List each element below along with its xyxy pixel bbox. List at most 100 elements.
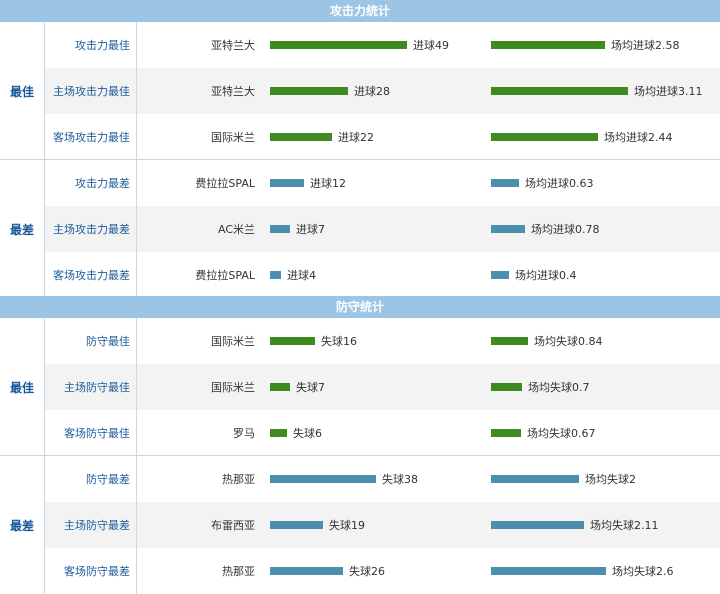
row-label: 防守最差 bbox=[86, 473, 130, 486]
label-divider bbox=[136, 318, 137, 364]
team-name: 国际米兰 bbox=[211, 131, 255, 144]
average-value: 场均失球0.67 bbox=[527, 427, 596, 440]
team-name: 亚特兰大 bbox=[211, 39, 255, 52]
average-bar-group: 场均进球2.58 bbox=[491, 22, 680, 68]
total-bar-group: 进球4 bbox=[270, 252, 316, 298]
total-value: 失球6 bbox=[293, 427, 322, 440]
total-bar-group: 进球12 bbox=[270, 160, 346, 206]
total-bar bbox=[270, 429, 287, 437]
average-bar-group: 场均失球0.67 bbox=[491, 410, 596, 456]
average-value: 场均进球0.78 bbox=[531, 223, 600, 236]
average-bar bbox=[491, 337, 528, 345]
category-label: 最差 bbox=[0, 160, 45, 298]
row-label: 防守最佳 bbox=[86, 335, 130, 348]
total-value: 进球22 bbox=[338, 131, 374, 144]
average-bar bbox=[491, 133, 598, 141]
average-bar-group: 场均进球3.11 bbox=[491, 68, 703, 114]
category-label: 最佳 bbox=[0, 22, 45, 160]
total-bar-group: 进球49 bbox=[270, 22, 449, 68]
average-value: 场均进球0.4 bbox=[515, 269, 577, 282]
label-divider bbox=[136, 410, 137, 456]
total-bar bbox=[270, 179, 304, 187]
table-row: 防守最佳 国际米兰 失球16 场均失球0.84 bbox=[45, 318, 720, 364]
total-bar bbox=[270, 41, 407, 49]
average-bar-group: 场均进球2.44 bbox=[491, 114, 673, 160]
average-value: 场均失球0.7 bbox=[528, 381, 590, 394]
team-name: 热那亚 bbox=[222, 473, 255, 486]
average-bar-group: 场均进球0.63 bbox=[491, 160, 594, 206]
total-bar bbox=[270, 225, 290, 233]
row-label: 主场攻击力最佳 bbox=[53, 85, 130, 98]
row-label: 客场防守最差 bbox=[64, 565, 130, 578]
average-bar bbox=[491, 87, 628, 95]
row-label: 客场防守最佳 bbox=[64, 427, 130, 440]
table-row: 主场防守最差 布雷西亚 失球19 场均失球2.11 bbox=[45, 502, 720, 548]
label-divider bbox=[136, 364, 137, 410]
stats-chart: 攻击力统计 攻击力最佳 亚特兰大 进球49 场均进球2.58 主场攻击力最佳 亚特兰大进球2… bbox=[0, 0, 720, 594]
average-value: 场均进球2.58 bbox=[611, 39, 680, 52]
table-row: 攻击力最差 费拉拉SPAL 进球12 场均进球0.63 bbox=[45, 160, 720, 206]
total-bar-group: 失球19 bbox=[270, 502, 365, 548]
average-bar-group: 场均进球0.4 bbox=[491, 252, 577, 298]
total-bar-group: 失球7 bbox=[270, 364, 325, 410]
total-bar bbox=[270, 521, 323, 529]
total-bar-group: 进球22 bbox=[270, 114, 374, 160]
label-divider bbox=[136, 502, 137, 548]
total-bar bbox=[270, 475, 376, 483]
average-value: 场均失球0.84 bbox=[534, 335, 603, 348]
row-label: 攻击力最差 bbox=[75, 177, 130, 190]
average-value: 场均失球2.6 bbox=[612, 565, 674, 578]
total-value: 进球49 bbox=[413, 39, 449, 52]
row-label: 客场攻击力最差 bbox=[53, 269, 130, 282]
total-value: 失球16 bbox=[321, 335, 357, 348]
row-label: 攻击力最佳 bbox=[75, 39, 130, 52]
total-bar-group: 进球28 bbox=[270, 68, 390, 114]
table-row: 主场防守最佳 国际米兰 失球7 场均失球0.7 bbox=[45, 364, 720, 410]
label-divider bbox=[136, 114, 137, 160]
total-bar bbox=[270, 337, 315, 345]
average-value: 场均失球2 bbox=[585, 473, 636, 486]
team-name: 费拉拉SPAL bbox=[195, 269, 255, 282]
average-value: 场均进球0.63 bbox=[525, 177, 594, 190]
label-divider bbox=[136, 252, 137, 298]
average-bar-group: 场均进球0.78 bbox=[491, 206, 600, 252]
average-bar bbox=[491, 225, 525, 233]
team-name: 费拉拉SPAL bbox=[195, 177, 255, 190]
label-divider bbox=[136, 160, 137, 206]
average-bar-group: 场均失球2.6 bbox=[491, 548, 674, 594]
total-bar-group: 失球6 bbox=[270, 410, 322, 456]
average-bar bbox=[491, 475, 579, 483]
total-value: 进球12 bbox=[310, 177, 346, 190]
average-bar bbox=[491, 383, 522, 391]
average-bar-group: 场均失球2 bbox=[491, 456, 636, 502]
table-row: 防守最差 热那亚 失球38 场均失球2 bbox=[45, 456, 720, 502]
team-name: 国际米兰 bbox=[211, 335, 255, 348]
team-name: 国际米兰 bbox=[211, 381, 255, 394]
row-label: 主场防守最佳 bbox=[64, 381, 130, 394]
average-bar-group: 场均失球0.7 bbox=[491, 364, 590, 410]
label-divider bbox=[136, 68, 137, 114]
total-bar bbox=[270, 133, 332, 141]
total-bar-group: 失球16 bbox=[270, 318, 357, 364]
total-bar bbox=[270, 271, 281, 279]
section-header: 攻击力统计 bbox=[0, 0, 720, 22]
average-value: 场均进球3.11 bbox=[634, 85, 703, 98]
table-row: 客场防守最佳 罗马 失球6 场均失球0.67 bbox=[45, 410, 720, 456]
table-row: 客场攻击力最差 费拉拉SPAL 进球4 场均进球0.4 bbox=[45, 252, 720, 298]
average-bar-group: 场均失球2.11 bbox=[491, 502, 659, 548]
label-divider bbox=[136, 22, 137, 68]
table-row: 攻击力最佳 亚特兰大 进球49 场均进球2.58 bbox=[45, 22, 720, 68]
table-row: 主场攻击力最佳 亚特兰大 进球28 场均进球3.11 bbox=[45, 68, 720, 114]
label-divider bbox=[136, 456, 137, 502]
total-value: 失球7 bbox=[296, 381, 325, 394]
average-bar bbox=[491, 271, 509, 279]
average-bar bbox=[491, 429, 521, 437]
average-bar bbox=[491, 179, 519, 187]
row-label: 主场攻击力最差 bbox=[53, 223, 130, 236]
total-bar-group: 进球7 bbox=[270, 206, 325, 252]
team-name: 布雷西亚 bbox=[211, 519, 255, 532]
average-bar bbox=[491, 567, 606, 575]
category-label: 最差 bbox=[0, 456, 45, 594]
category-label: 最佳 bbox=[0, 318, 45, 456]
row-label: 主场防守最差 bbox=[64, 519, 130, 532]
